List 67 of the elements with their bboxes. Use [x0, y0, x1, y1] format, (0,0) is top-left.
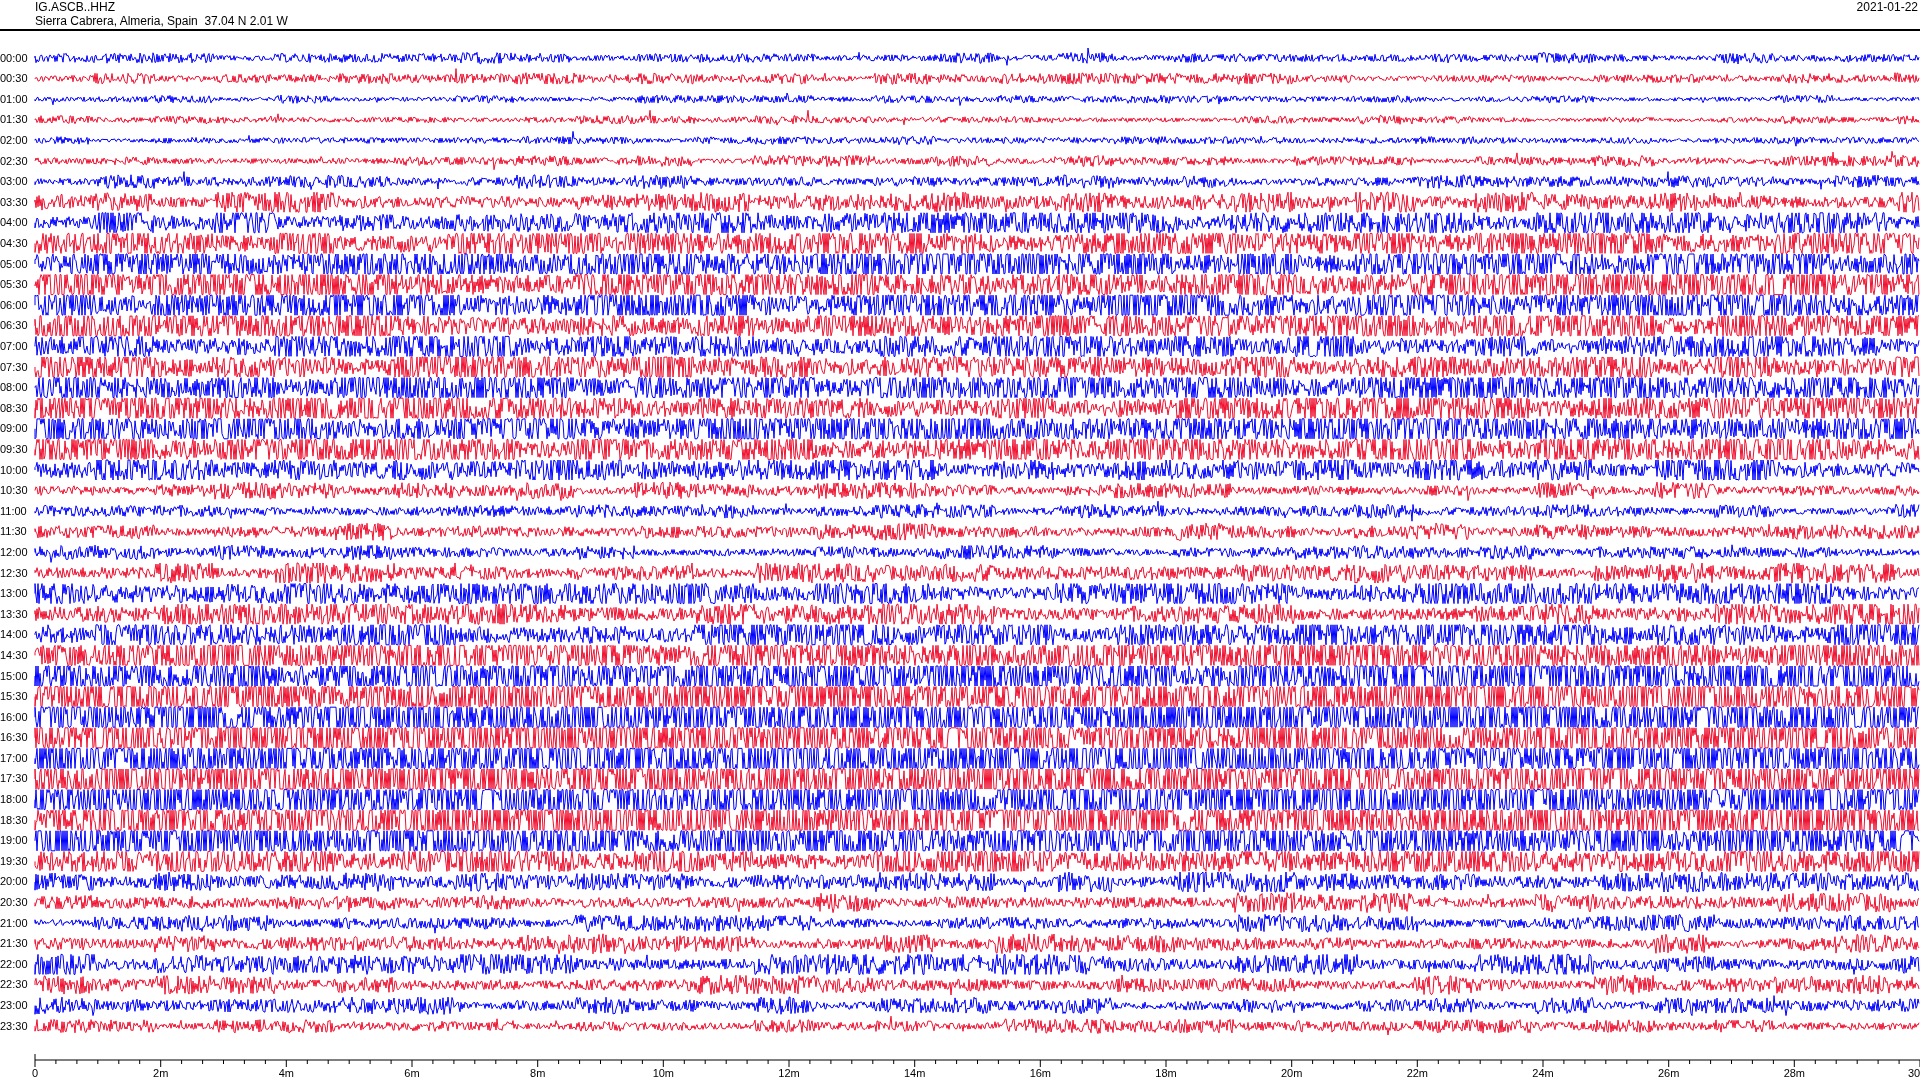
time-label: 10:30 — [0, 483, 29, 499]
axis-tick-label: 4m — [278, 1067, 294, 1079]
time-label: 20:30 — [0, 895, 29, 911]
time-label: 17:30 — [0, 771, 29, 787]
station-code: IG.ASCB..HHZ — [35, 0, 116, 14]
time-label: 11:30 — [0, 524, 28, 540]
axis-tick-label: 20m — [1280, 1067, 1303, 1079]
axis-tick-label: 18m — [1155, 1067, 1177, 1079]
time-label: 21:00 — [0, 915, 29, 931]
time-label: 05:00 — [0, 256, 29, 272]
time-label: 02:00 — [0, 133, 29, 149]
axis-tick-label: 26m — [1657, 1067, 1680, 1079]
axis-tick-label: 6m — [404, 1067, 420, 1079]
time-label: 13:30 — [0, 606, 29, 622]
time-label: 02:30 — [0, 153, 29, 169]
time-label: 03:00 — [0, 174, 29, 190]
time-label: 20:00 — [0, 874, 29, 890]
axis-tick-label: 8m — [530, 1067, 546, 1079]
time-label: 22:00 — [0, 956, 29, 972]
time-label: 07:00 — [0, 339, 29, 354]
time-label: 07:30 — [0, 359, 29, 375]
time-label: 15:30 — [0, 689, 29, 705]
time-label: 13:00 — [0, 586, 29, 602]
axis-tick-label: 14m — [903, 1067, 926, 1079]
time-label: 04:30 — [0, 236, 29, 252]
time-label: 12:30 — [0, 565, 29, 581]
time-label: 00:30 — [0, 71, 29, 87]
time-label: 17:00 — [0, 750, 29, 766]
time-label: 12:00 — [0, 544, 29, 560]
time-label: 09:30 — [0, 441, 29, 457]
time-label: 06:00 — [0, 297, 29, 313]
axis-tick-label: 30 — [1908, 1067, 1920, 1079]
time-label: 23:00 — [0, 998, 29, 1013]
time-label: 04:00 — [0, 215, 29, 231]
time-label: 03:30 — [0, 194, 29, 210]
axis-tick-label: 28m — [1783, 1067, 1806, 1079]
axis-tick-label: 12m — [778, 1067, 800, 1079]
axis-tick-label: 16m — [1029, 1067, 1052, 1079]
time-label: 21:30 — [0, 936, 29, 952]
time-label: 06:30 — [0, 318, 29, 334]
time-label: 10:00 — [0, 462, 29, 478]
axis-tick-label: 0 — [31, 1067, 39, 1079]
time-label: 01:00 — [0, 91, 29, 107]
date-label: 2021-01-22 — [1856, 0, 1919, 16]
time-label: 14:30 — [0, 647, 29, 663]
time-label: 16:30 — [0, 730, 29, 746]
axis-tick-label: 24m — [1532, 1067, 1554, 1079]
time-label: 09:00 — [0, 421, 29, 437]
time-label: 14:00 — [0, 627, 29, 643]
time-label: 16:00 — [0, 709, 29, 725]
time-label: 01:30 — [0, 112, 29, 128]
time-label: 22:30 — [0, 977, 29, 993]
time-label: 19:30 — [0, 853, 29, 869]
time-label: 08:30 — [0, 400, 29, 416]
axis-tick-label: 2m — [153, 1067, 169, 1079]
time-label: 18:30 — [0, 812, 29, 828]
axis-tick-label: 22m — [1406, 1067, 1429, 1079]
time-label: 23:30 — [0, 1018, 29, 1034]
time-label: 15:00 — [0, 668, 29, 684]
time-label: 11:00 — [0, 503, 28, 519]
time-label: 19:00 — [0, 833, 29, 849]
station-location: Sierra Cabrera, Almeria, Spain 37.04 N 2.01 W — [35, 14, 288, 28]
time-label: 05:30 — [0, 277, 29, 293]
axis-tick-label: 10m — [652, 1067, 675, 1079]
time-label: 18:00 — [0, 792, 29, 808]
time-label: 00:00 — [0, 50, 29, 66]
time-label: 08:00 — [0, 380, 29, 396]
